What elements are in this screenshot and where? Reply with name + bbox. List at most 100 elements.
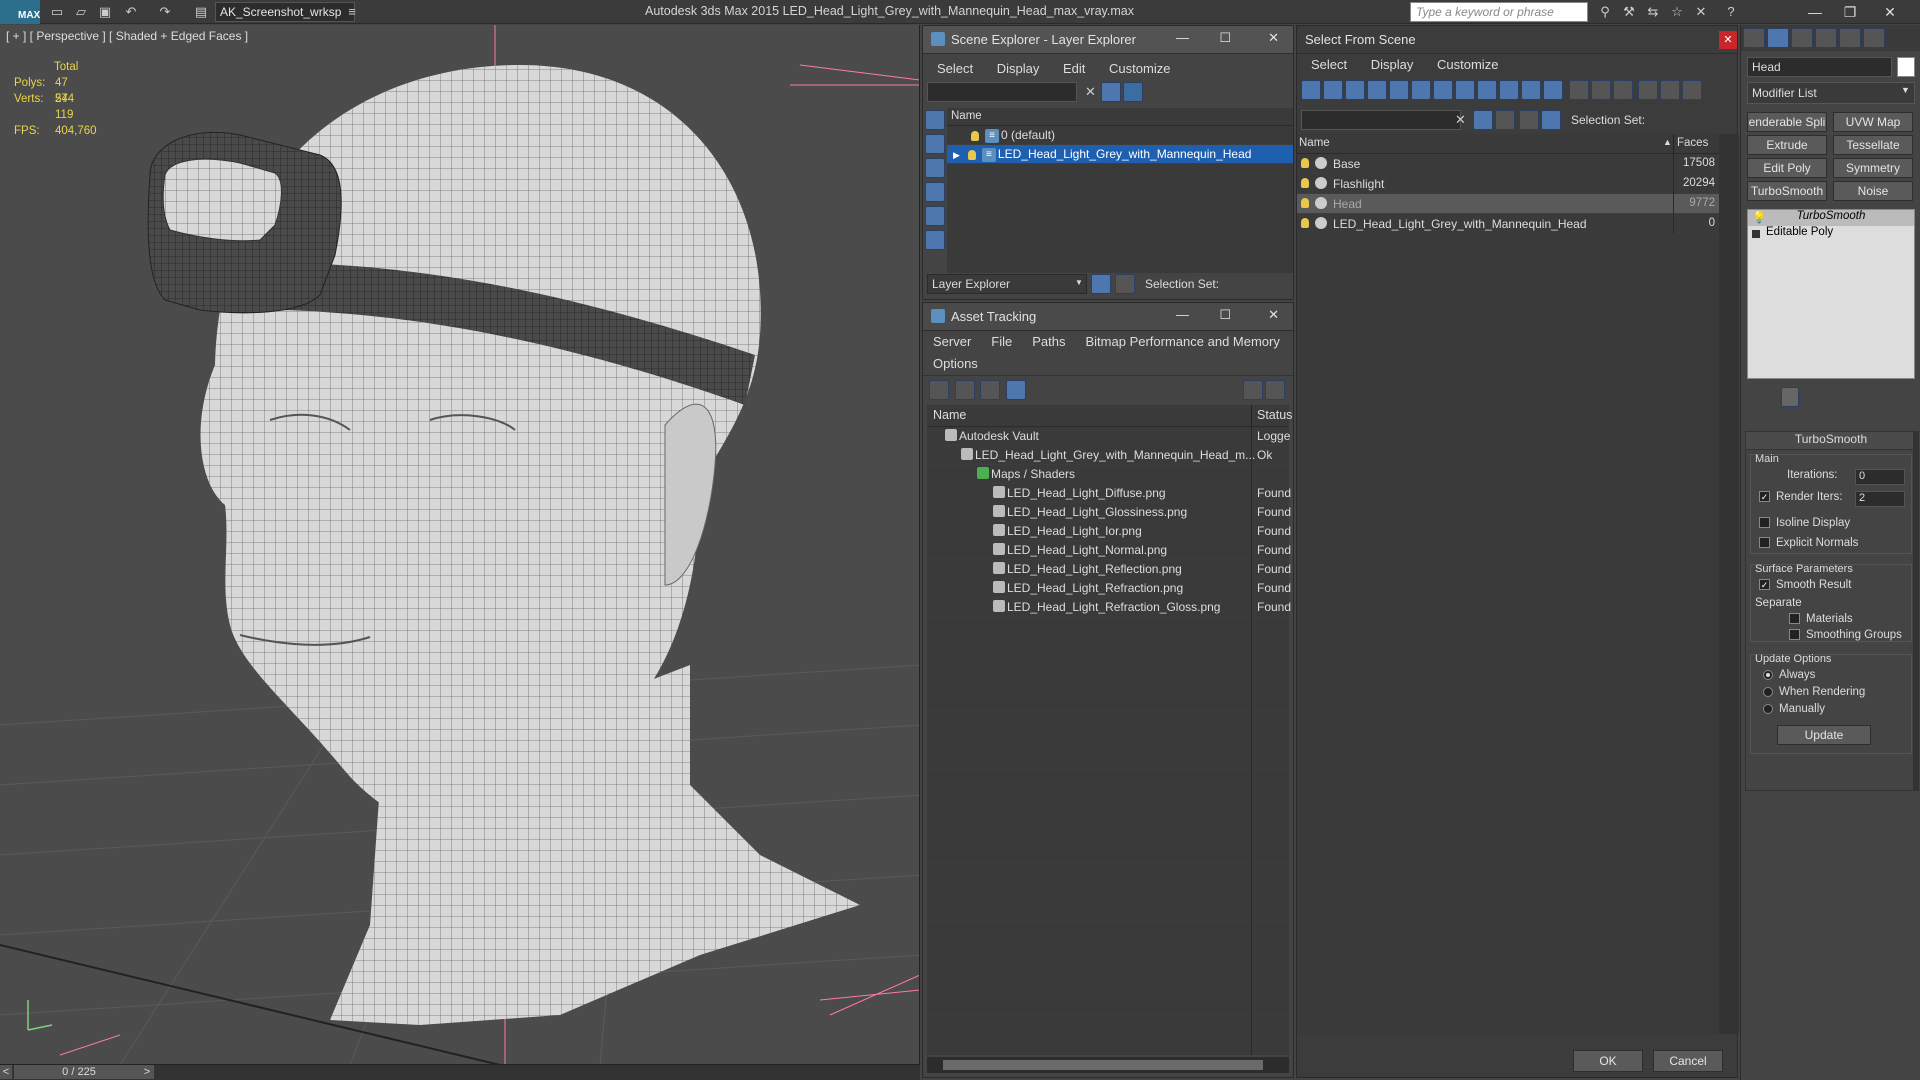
asset-row[interactable]: LED_Head_Light_Normal.png Found [927, 541, 1291, 560]
filter-shapes-icon[interactable] [1323, 80, 1343, 100]
ok-button[interactable]: OK [1573, 1050, 1643, 1072]
expand-arrow-icon[interactable]: ▶ [953, 150, 960, 160]
light-bulb-icon[interactable] [1301, 178, 1309, 188]
at-maximize-icon[interactable]: ☐ [1219, 307, 1231, 323]
at-col-status[interactable]: Status [1257, 408, 1292, 422]
modifier-button[interactable]: Tessellate [1833, 135, 1913, 155]
project-icon[interactable]: ▤ [192, 3, 210, 21]
always-radio[interactable] [1763, 669, 1773, 680]
sfs-sort-mode-icon[interactable] [1519, 110, 1539, 130]
sfs-hierarchy-icon[interactable] [1541, 110, 1561, 130]
when-rendering-radio[interactable] [1763, 686, 1773, 697]
show-end-result-icon[interactable] [1780, 387, 1799, 407]
redo-icon[interactable]: ↷ [156, 3, 174, 21]
app-logo[interactable]: MAX [0, 0, 40, 24]
create-tab-icon[interactable] [1743, 28, 1765, 48]
layer-explorer-dropdown[interactable]: Layer Explorer [927, 274, 1087, 294]
sfs-col-divider[interactable] [1673, 134, 1674, 154]
se-layer-icon[interactable] [1123, 82, 1143, 102]
se-display-shapes-icon[interactable] [925, 134, 945, 154]
at-menu-server[interactable]: Server [923, 331, 981, 352]
se-search-input[interactable] [927, 82, 1077, 102]
at-close-icon[interactable]: ✕ [1268, 307, 1279, 323]
light-bulb-icon[interactable] [971, 130, 979, 141]
se-clear-icon[interactable]: ✕ [1085, 84, 1096, 100]
at-menu-options[interactable]: Options [923, 353, 988, 374]
at-col-divider[interactable] [1251, 405, 1252, 427]
filter-lights-icon[interactable] [1345, 80, 1365, 100]
minimize-button[interactable]: — [1800, 2, 1830, 22]
sfs-layer-icon[interactable] [1495, 110, 1515, 130]
display-invert-icon[interactable] [1612, 80, 1633, 100]
scene-explorer-close-icon[interactable]: ✕ [1268, 30, 1279, 46]
asset-row[interactable]: LED_Head_Light_Ior.png Found [927, 522, 1291, 541]
se-hierarchy-mode-icon[interactable] [1115, 274, 1135, 294]
sfs-col-name[interactable]: Name [1299, 137, 1330, 149]
light-bulb-icon[interactable] [967, 149, 976, 160]
dropdown-arrow-icon[interactable]: ▼ [1075, 278, 1083, 287]
at-scroll-thumb[interactable] [943, 1060, 1263, 1070]
se-display-helpers-icon[interactable] [925, 206, 945, 226]
sfs-vertical-scrollbar[interactable] [1719, 134, 1739, 1034]
help-icon[interactable]: ? [1722, 3, 1740, 21]
stack-expand-icon[interactable] [1752, 230, 1760, 238]
sfs-clear-icon[interactable]: ✕ [1455, 112, 1466, 128]
stack-item-editable-poly[interactable]: Editable Poly [1748, 226, 1914, 242]
make-unique-icon[interactable] [1814, 387, 1833, 407]
display-none-icon[interactable] [1590, 80, 1611, 100]
smoothing-groups-checkbox[interactable] [1789, 629, 1800, 641]
modifier-list-arrow-icon[interactable]: ▼ [1901, 85, 1910, 95]
modify-tab-icon[interactable] [1767, 28, 1789, 48]
sfs-filter-icon[interactable] [1473, 110, 1493, 130]
list-view-icon[interactable] [954, 380, 975, 400]
modifier-button[interactable]: UVW Map [1833, 112, 1913, 132]
filter-geometry-icon[interactable] [1301, 80, 1321, 100]
light-bulb-icon[interactable] [1301, 218, 1309, 228]
scene-object-row[interactable]: Base 17508 [1297, 154, 1719, 174]
iterations-spinner[interactable]: 0 [1855, 469, 1905, 485]
cancel-button[interactable]: Cancel [1653, 1050, 1723, 1072]
se-layers-mode-icon[interactable] [1091, 274, 1111, 294]
light-bulb-icon[interactable] [1301, 158, 1309, 168]
asset-row[interactable]: Maps / Shaders [927, 465, 1289, 484]
filter-cameras-icon[interactable] [1367, 80, 1387, 100]
render-iters-spinner[interactable]: 2 [1855, 491, 1905, 507]
modifier-button[interactable]: TurboSmooth [1747, 181, 1827, 201]
scene-explorer-maximize-icon[interactable]: ☐ [1219, 30, 1231, 46]
object-name-field[interactable]: Head [1747, 57, 1892, 77]
asset-row[interactable]: LED_Head_Light_Glossiness.png Found [927, 503, 1291, 522]
smooth-result-checkbox[interactable]: ✓ [1759, 579, 1770, 591]
sfs-funnel-icon[interactable] [1638, 80, 1659, 100]
at-settings-icon[interactable] [1265, 380, 1285, 400]
at-menu-file[interactable]: File [981, 331, 1022, 352]
asset-row[interactable]: LED_Head_Light_Refraction.png Found [927, 579, 1291, 598]
time-slider[interactable]: 0 / 225 [14, 1065, 144, 1079]
isoline-checkbox[interactable] [1759, 517, 1770, 529]
sfs-menu-customize[interactable]: Customize [1427, 54, 1508, 75]
at-horizontal-scrollbar[interactable] [927, 1057, 1289, 1073]
se-display-cameras-icon[interactable] [925, 182, 945, 202]
se-menu-customize[interactable]: Customize [1099, 58, 1180, 79]
sfs-search-input[interactable] [1301, 110, 1461, 130]
viewport-label[interactable]: [ + ] [ Perspective ] [ Shaded + Edged F… [6, 29, 248, 43]
se-layer-row[interactable]: ≡ 0 (default) [947, 126, 1293, 145]
modifier-list-dropdown[interactable]: Modifier List [1747, 82, 1915, 104]
sfs-menu-select[interactable]: Select [1301, 54, 1357, 75]
display-all-icon[interactable] [1568, 80, 1589, 100]
asset-row[interactable]: LED_Head_Light_Grey_with_Mannequin_Head_… [927, 446, 1289, 465]
save-icon[interactable]: ▣ [96, 3, 114, 21]
command-panel-scrollbar[interactable] [1913, 431, 1919, 791]
at-minimize-icon[interactable]: — [1176, 307, 1189, 322]
exchange-icon[interactable]: ✕ [1692, 3, 1710, 21]
undo-icon[interactable]: ↶ [122, 3, 140, 21]
at-menu-paths[interactable]: Paths [1022, 331, 1075, 352]
filter-containers-icon[interactable] [1499, 80, 1519, 100]
asset-row[interactable]: LED_Head_Light_Refraction_Gloss.png Found [927, 598, 1291, 617]
stack-item-turbosmooth[interactable]: 💡 TurboSmooth [1748, 210, 1914, 226]
filter-warps-icon[interactable] [1411, 80, 1431, 100]
filter-helpers-icon[interactable] [1389, 80, 1409, 100]
filter-bones-icon[interactable] [1477, 80, 1497, 100]
render-iters-checkbox[interactable]: ✓ [1759, 491, 1770, 503]
at-col-name[interactable]: Name [933, 408, 966, 422]
utilities-tab-icon[interactable] [1863, 28, 1885, 48]
